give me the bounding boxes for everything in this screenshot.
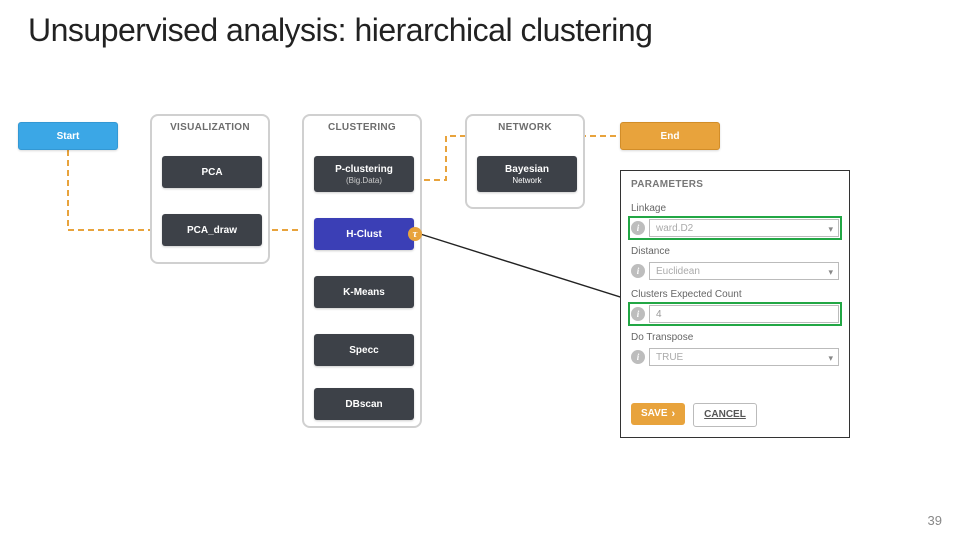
node-p-clustering-label: P-clustering [335, 164, 393, 175]
node-p-clustering[interactable]: P-clustering (Big.Data) [314, 156, 414, 192]
clusters-field: i 4 [631, 305, 839, 323]
save-button-label: SAVE [641, 403, 668, 425]
node-dbscan[interactable]: DBscan [314, 388, 414, 420]
group-network: NETWORK Bayesian Network [465, 114, 585, 209]
node-pca[interactable]: PCA [162, 156, 262, 188]
clusters-label: Clusters Expected Count [631, 289, 839, 300]
linkage-label: Linkage [631, 203, 839, 214]
linkage-select[interactable]: ward.D2 [649, 219, 839, 237]
info-icon[interactable]: i [631, 350, 645, 364]
page-number: 39 [928, 513, 942, 528]
info-icon[interactable]: i [631, 221, 645, 235]
linkage-field: i ward.D2 [631, 219, 839, 237]
group-visualization-header: VISUALIZATION [152, 122, 268, 133]
parameters-title: PARAMETERS [631, 179, 839, 190]
distance-field: i Euclidean [631, 262, 839, 280]
node-bayesian-network[interactable]: Bayesian Network [477, 156, 577, 192]
node-h-clust-label: H-Clust [346, 229, 382, 240]
clusters-input[interactable]: 4 [649, 305, 839, 323]
page-title: Unsupervised analysis: hierarchical clus… [28, 12, 652, 49]
info-icon[interactable]: i [631, 264, 645, 278]
transpose-label: Do Transpose [631, 332, 839, 343]
workflow-canvas: Start End VISUALIZATION PCA PCA_draw CLU… [0, 110, 960, 480]
end-node[interactable]: End [620, 122, 720, 150]
distance-select[interactable]: Euclidean [649, 262, 839, 280]
node-specc[interactable]: Specc [314, 334, 414, 366]
transpose-select[interactable]: TRUE [649, 348, 839, 366]
group-network-header: NETWORK [467, 122, 583, 133]
cancel-button[interactable]: CANCEL [693, 403, 757, 427]
save-button[interactable]: SAVE › [631, 403, 685, 425]
node-h-clust[interactable]: H-Clust τ [314, 218, 414, 250]
node-bayesian-sub: Network [512, 176, 541, 185]
node-p-clustering-sub: (Big.Data) [346, 176, 382, 185]
transpose-field: i TRUE [631, 348, 839, 366]
node-pca-draw[interactable]: PCA_draw [162, 214, 262, 246]
node-bayesian-label: Bayesian [505, 164, 549, 175]
group-clustering-header: CLUSTERING [304, 122, 420, 133]
node-k-means[interactable]: K-Means [314, 276, 414, 308]
panel-buttons: SAVE › CANCEL [631, 403, 839, 427]
tau-icon[interactable]: τ [408, 227, 422, 241]
chevron-right-icon: › [672, 403, 676, 425]
info-icon[interactable]: i [631, 307, 645, 321]
group-visualization: VISUALIZATION PCA PCA_draw [150, 114, 270, 264]
start-node[interactable]: Start [18, 122, 118, 150]
group-clustering: CLUSTERING P-clustering (Big.Data) H-Clu… [302, 114, 422, 428]
distance-label: Distance [631, 246, 839, 257]
parameters-panel: PARAMETERS Linkage i ward.D2 Distance i … [620, 170, 850, 438]
